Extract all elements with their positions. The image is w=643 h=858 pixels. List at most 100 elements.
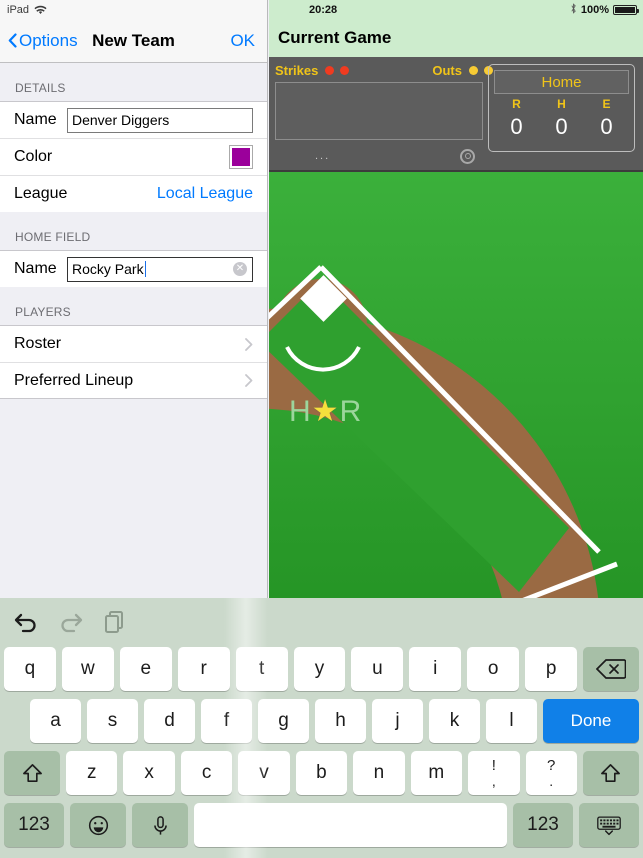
key-comma-label: , xyxy=(491,772,496,789)
out-dot xyxy=(469,65,478,75)
league-value[interactable]: Local League xyxy=(157,185,253,203)
row-team-name: Name Denver Diggers xyxy=(0,101,267,138)
more-options-button[interactable]: ... xyxy=(315,150,330,162)
emoji-icon[interactable] xyxy=(70,803,126,847)
key-k[interactable]: k xyxy=(429,699,480,743)
key-g[interactable]: g xyxy=(258,699,309,743)
clear-icon[interactable]: ✕ xyxy=(233,262,247,276)
field-graphic xyxy=(269,172,643,598)
strike-dot xyxy=(340,65,350,75)
row-preferred-lineup[interactable]: Preferred Lineup xyxy=(0,362,267,399)
key-d[interactable]: d xyxy=(144,699,195,743)
row-league[interactable]: League Local League xyxy=(0,175,267,212)
field-name-input[interactable]: Rocky Park ✕ xyxy=(67,256,253,282)
shift-icon-right[interactable] xyxy=(582,751,639,795)
back-button-options[interactable]: Options xyxy=(8,31,78,51)
home-run-button[interactable]: H ★ R xyxy=(289,394,361,429)
ipad-status-bar: iPad xyxy=(0,0,267,19)
shift-icon-left[interactable] xyxy=(4,751,60,795)
numbers-key-left[interactable]: 123 xyxy=(4,803,64,847)
key-c[interactable]: c xyxy=(180,751,233,795)
game-title-bar: Current Game xyxy=(269,19,643,57)
scoreboard-message-area xyxy=(275,82,483,140)
bluetooth-icon xyxy=(570,2,577,17)
row-team-color[interactable]: Color xyxy=(0,138,267,175)
game-status-bar: 20:28 100% xyxy=(269,0,643,19)
key-r[interactable]: r xyxy=(177,647,230,691)
strikes-label: Strikes xyxy=(275,62,319,78)
key-z[interactable]: z xyxy=(66,751,118,795)
team-name-input[interactable]: Denver Diggers xyxy=(67,107,253,133)
record-icon[interactable] xyxy=(460,148,475,164)
key-q[interactable]: q xyxy=(4,647,56,691)
row-roster[interactable]: Roster xyxy=(0,325,267,362)
label-roster: Roster xyxy=(14,335,62,352)
key-period-label: . xyxy=(549,772,554,789)
key-p[interactable]: p xyxy=(525,647,578,691)
team-name-value: Denver Diggers xyxy=(72,112,170,128)
color-swatch[interactable] xyxy=(229,145,253,169)
label-league: League xyxy=(14,185,68,202)
hide-keyboard-icon[interactable] xyxy=(579,803,639,847)
redo-icon[interactable] xyxy=(57,607,85,635)
rhe-header-r: R xyxy=(512,97,521,111)
outs-label: Outs xyxy=(432,62,462,78)
field-name-value: Rocky Park xyxy=(72,261,144,277)
key-o[interactable]: o xyxy=(467,647,520,691)
key-h[interactable]: h xyxy=(315,699,366,743)
rhe-value-e: 0 xyxy=(600,114,613,139)
key-s[interactable]: s xyxy=(87,699,138,743)
microphone-icon[interactable] xyxy=(132,803,188,847)
screen-root: iPad Options New Team OK DETAILS Name De… xyxy=(0,0,643,858)
numbers-key-right[interactable]: 123 xyxy=(513,803,573,847)
key-b[interactable]: b xyxy=(295,751,348,795)
key-u[interactable]: u xyxy=(351,647,404,691)
section-header-players: PLAYERS xyxy=(15,305,71,319)
baseball-field-diagram[interactable]: H ★ R xyxy=(269,172,643,598)
key-n[interactable]: n xyxy=(353,751,405,795)
rhe-value-h: 0 xyxy=(555,114,568,139)
key-exclamation-comma[interactable]: ! , xyxy=(468,751,520,795)
key-t[interactable]: t xyxy=(235,647,288,691)
key-m[interactable]: m xyxy=(410,751,463,795)
backspace-icon[interactable] xyxy=(583,647,640,691)
section-header-home-field: HOME FIELD xyxy=(15,230,91,244)
chevron-left-icon xyxy=(8,33,17,48)
rhe-value-r: 0 xyxy=(510,114,523,139)
keyboard-row-3: z x c v b n m ! , ? . xyxy=(0,747,643,799)
rhe-header-h: H xyxy=(557,97,566,111)
key-w[interactable]: w xyxy=(61,647,114,691)
hr-suffix-label: R xyxy=(339,394,362,428)
ok-button[interactable]: OK xyxy=(230,31,255,51)
key-i[interactable]: i xyxy=(409,647,462,691)
paste-icon[interactable] xyxy=(102,607,130,635)
status-right-group: 100% xyxy=(570,2,639,17)
text-caret xyxy=(144,261,146,277)
key-j[interactable]: j xyxy=(372,699,423,743)
color-swatch-fill xyxy=(232,148,250,166)
status-time: 20:28 xyxy=(309,3,338,16)
scoreboard: Strikes Outs ... Home R H E 0 0 0 xyxy=(269,57,643,172)
key-a[interactable]: a xyxy=(30,699,81,743)
wifi-icon xyxy=(34,5,47,16)
space-key[interactable] xyxy=(194,803,507,847)
scoreboard-controls: ... xyxy=(275,144,483,168)
right-detail-panel: 20:28 100% Current Game Strikes Outs ...… xyxy=(269,0,643,598)
key-y[interactable]: y xyxy=(293,647,346,691)
key-question-period[interactable]: ? . xyxy=(525,751,577,795)
key-l[interactable]: l xyxy=(486,699,537,743)
done-button[interactable]: Done xyxy=(543,699,639,743)
key-f[interactable]: f xyxy=(201,699,252,743)
home-team-tab[interactable]: Home xyxy=(494,70,629,94)
device-label: iPad xyxy=(7,3,30,16)
key-e[interactable]: e xyxy=(119,647,172,691)
star-icon: ★ xyxy=(311,395,339,428)
rhe-values: 0 0 0 xyxy=(494,114,629,140)
undo-icon[interactable] xyxy=(12,607,40,635)
key-v[interactable]: v xyxy=(238,751,290,795)
keyboard-row-4: 123 123 xyxy=(0,799,643,851)
back-button-label: Options xyxy=(19,30,78,50)
rhe-header-e: E xyxy=(602,97,611,111)
label-team-color: Color xyxy=(14,148,53,165)
key-x[interactable]: x xyxy=(123,751,175,795)
